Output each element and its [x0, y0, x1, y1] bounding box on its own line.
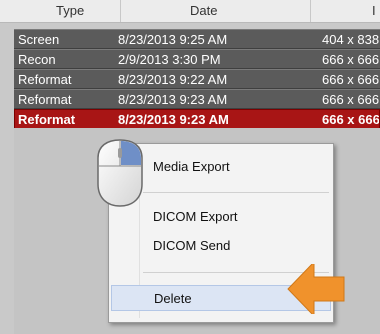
- cell-type: Recon: [18, 52, 56, 67]
- cell-size: 666 x 666: [322, 112, 380, 127]
- table-header: Type Date I: [0, 0, 380, 23]
- column-divider[interactable]: [120, 0, 121, 22]
- cell-size: 404 x 838: [322, 32, 380, 47]
- mouse-right-click-icon: [97, 139, 143, 207]
- menu-item-label: Media Export: [153, 159, 230, 174]
- menu-item-label: DICOM Send: [153, 238, 231, 253]
- cell-size: 666 x 666: [322, 52, 380, 67]
- column-divider[interactable]: [310, 0, 311, 22]
- cell-date: 8/23/2013 9:25 AM: [118, 32, 228, 47]
- cell-type: Reformat: [18, 72, 72, 87]
- table-row[interactable]: Reformat 8/23/2013 9:22 AM 666 x 666: [14, 69, 380, 89]
- menu-item-dicom-send[interactable]: DICOM Send: [111, 233, 331, 259]
- cell-date: 8/23/2013 9:23 AM: [118, 92, 228, 107]
- column-header-type[interactable]: Type: [56, 3, 84, 18]
- cell-type: Reformat: [18, 112, 76, 127]
- cell-date: 8/23/2013 9:22 AM: [118, 72, 228, 87]
- cell-type: Screen: [18, 32, 60, 47]
- arrow-left-pointer-icon: [287, 264, 345, 314]
- cell-type: Reformat: [18, 92, 72, 107]
- cell-size: 666 x 666: [322, 92, 380, 107]
- table-row[interactable]: Reformat 8/23/2013 9:23 AM 666 x 666: [14, 89, 380, 109]
- cell-date: 2/9/2013 3:30 PM: [118, 52, 221, 67]
- menu-item-label: DICOM Export: [153, 209, 238, 224]
- cell-size: 666 x 666: [322, 72, 380, 87]
- cell-date: 8/23/2013 9:23 AM: [118, 112, 229, 127]
- menu-item-label: Delete: [154, 291, 192, 306]
- table-row[interactable]: Recon 2/9/2013 3:30 PM 666 x 666: [14, 49, 380, 69]
- table-row[interactable]: Screen 8/23/2013 9:25 AM 404 x 838: [14, 29, 380, 49]
- column-header-date[interactable]: Date: [190, 3, 217, 18]
- menu-separator: [143, 192, 329, 193]
- table-row-selected[interactable]: Reformat 8/23/2013 9:23 AM 666 x 666: [14, 109, 380, 129]
- column-header-image[interactable]: I: [372, 3, 376, 18]
